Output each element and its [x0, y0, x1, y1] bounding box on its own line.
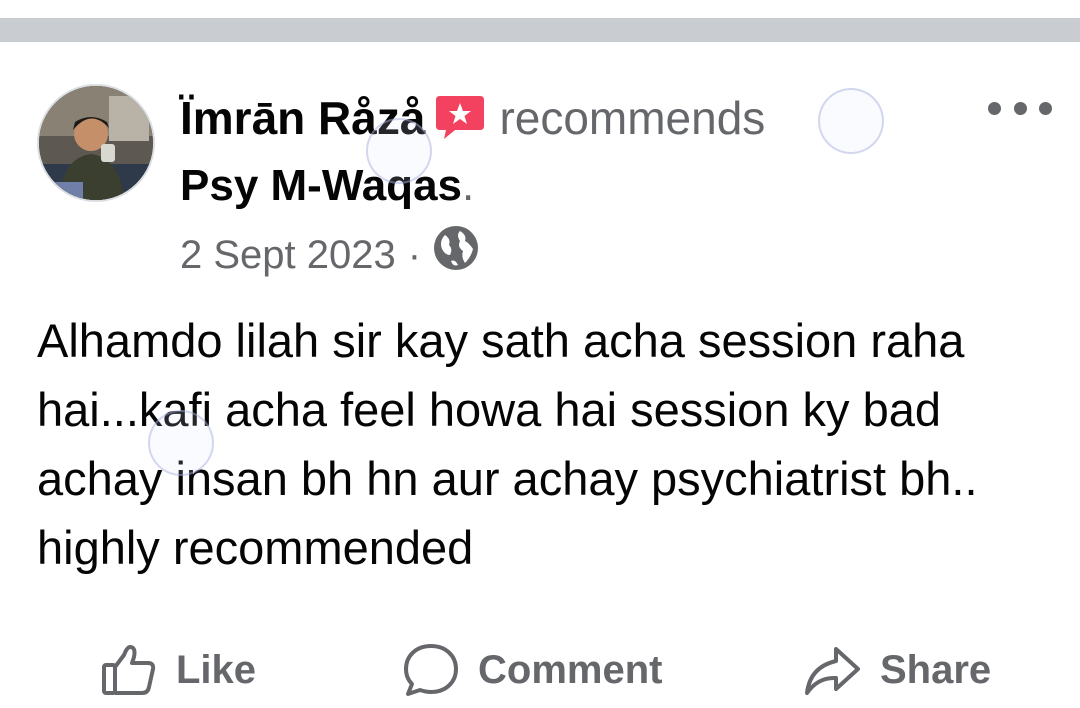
page-name-line: Psy M-Waqas.: [180, 158, 474, 214]
comment-button[interactable]: Comment: [402, 634, 662, 706]
touch-indicator: [366, 118, 432, 184]
more-dot: [1039, 101, 1052, 115]
globe-icon[interactable]: [433, 225, 479, 284]
post-action-bar: Like Comment Share: [0, 634, 1080, 706]
post-meta: 2 Sept 2023 ·: [180, 225, 479, 284]
thumbs-up-icon: [102, 645, 156, 695]
share-arrow-icon: [805, 647, 860, 695]
share-label: Share: [880, 647, 992, 692]
avatar[interactable]: [37, 84, 155, 202]
more-dot: [988, 101, 1001, 115]
like-label: Like: [176, 647, 257, 692]
more-dot: [1013, 101, 1027, 115]
post-header: Ïmrān Råzå recommends: [180, 88, 765, 154]
post-date[interactable]: 2 Sept 2023: [180, 229, 396, 281]
page-name-suffix: .: [462, 161, 475, 210]
recommend-badge-icon: [435, 94, 485, 154]
share-button[interactable]: Share: [802, 634, 991, 706]
touch-indicator: [818, 88, 884, 154]
comment-bubble-icon: [404, 644, 458, 696]
recommends-verb: recommends: [499, 92, 766, 144]
like-button[interactable]: Like: [100, 634, 256, 706]
comment-label: Comment: [478, 647, 663, 692]
top-divider: [0, 18, 1080, 42]
more-options-icon[interactable]: [988, 90, 1052, 126]
meta-separator: ·: [407, 232, 422, 277]
avatar-photo: [39, 86, 153, 200]
touch-indicator: [148, 410, 214, 476]
